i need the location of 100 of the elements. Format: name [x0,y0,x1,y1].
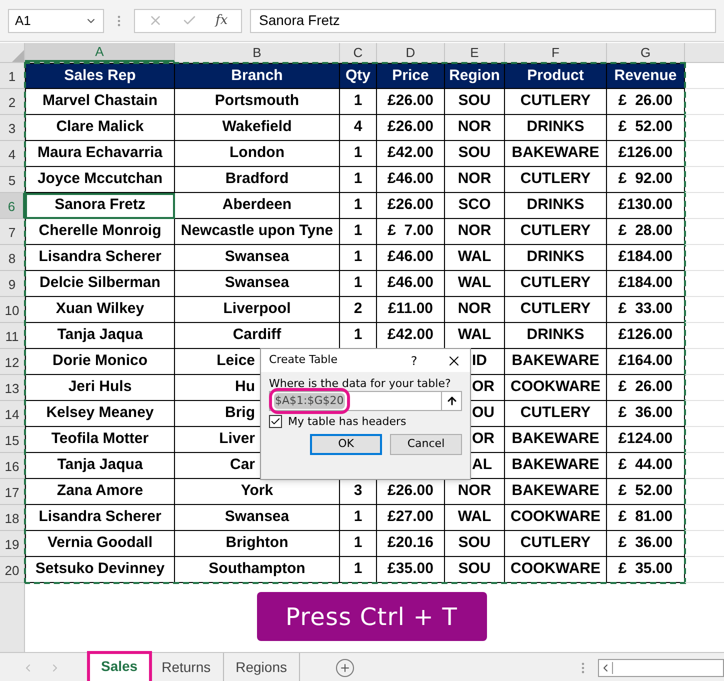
column-header[interactable]: G [607,43,685,62]
table-cell: Vernia Goodall [25,531,175,557]
table-cell: £35.00 [377,557,445,583]
column-header[interactable]: D [377,43,445,62]
column-heading-cell: Product [505,63,607,89]
table-cell: Aberdeen [175,193,340,219]
table-cell: CUTLERY [505,219,607,245]
table-cell: £46.00 [377,245,445,271]
table-cell: 1 [340,193,377,219]
table-cell: WAL [445,271,505,297]
table-cell: NOR [445,219,505,245]
table-cell: SOU [445,531,505,557]
table-cell: Teofila Motter [25,427,175,453]
table-cell: BAKEWARE [505,349,607,375]
table-cell: Maura Echavarria [25,141,175,167]
table-cell: Delcie Silberman [25,271,175,297]
table-cell: £ 26.00 [607,89,685,115]
table-cell: Newcastle upon Tyne [175,219,340,245]
table-cell: Cardiff [175,323,340,349]
table-cell: CUTLERY [505,401,607,427]
table-cell: £ 35.00 [607,557,685,583]
table-cell: Wakefield [175,115,340,141]
table-cell: £126.00 [607,323,685,349]
horizontal-scrollbar[interactable] [598,658,724,676]
column-heading-cell: Qty [340,63,377,89]
table-cell: £26.00 [377,89,445,115]
table-cell: CUTLERY [505,297,607,323]
insert-function-button[interactable]: fx [216,10,228,30]
row-header[interactable]: 6 [0,193,25,219]
table-cell: £11.00 [377,297,445,323]
table-cell: COOKWARE [505,505,607,531]
table-cell: BAKEWARE [505,427,607,453]
table-cell: £ 7.00 [377,219,445,245]
table-cell: £ 26.00 [607,375,685,401]
table-cell: Jeri Huls [25,375,175,401]
table-cell: 1 [340,505,377,531]
table-cell: £26.00 [377,193,445,219]
add-sheet-icon[interactable] [336,658,354,676]
table-cell: BAKEWARE [505,453,607,479]
column-header[interactable]: A [25,43,175,62]
table-cell: CUTLERY [505,89,607,115]
table-cell: £ 81.00 [607,505,685,531]
column-header[interactable]: B [175,43,340,62]
table-cell: 1 [340,531,377,557]
table-cell: BAKEWARE [505,479,607,505]
table-cell: Brighton [175,531,340,557]
table-cell: York [175,479,340,505]
table-cell: COOKWARE [505,557,607,583]
sheet-tab[interactable]: Returns [150,652,224,681]
table-cell: £124.00 [607,427,685,453]
table-cell: £26.00 [377,479,445,505]
table-cell: £20.16 [377,531,445,557]
shortcut-banner: Press Ctrl + T [256,592,486,641]
table-cell: DRINKS [505,115,607,141]
table-cell: Joyce Mccutchan [25,167,175,193]
table-cell: 1 [340,141,377,167]
table-cell: £ 36.00 [607,531,685,557]
table-cell: Marvel Chastain [25,89,175,115]
table-cell: £ 28.00 [607,219,685,245]
table-cell: Tanja Jaqua [25,453,175,479]
table-cell: 1 [340,245,377,271]
table-cell: SOU [445,89,505,115]
table-cell: £42.00 [377,141,445,167]
table-cell: CUTLERY [505,167,607,193]
table-cell: Xuan Wilkey [25,297,175,323]
table-cell: 1 [340,89,377,115]
name-box[interactable]: A1 [8,8,104,32]
column-header[interactable]: E [445,43,505,62]
table-cell: £46.00 [377,167,445,193]
table-cell: WAL [445,505,505,531]
table-cell: SOU [445,557,505,583]
sheet-tab[interactable]: Regions [224,652,300,681]
table-cell: Sanora Fretz [25,193,175,219]
table-cell: £ 92.00 [607,167,685,193]
column-heading-cell: Branch [175,63,340,89]
table-cell: London [175,141,340,167]
table-cell: WAL [445,245,505,271]
column-heading-cell: Revenue [607,63,685,89]
table-cell: 1 [340,557,377,583]
table-cell: CUTLERY [505,271,607,297]
table-cell: Liverpool [175,297,340,323]
table-cell: NOR [445,115,505,141]
table-cell: NOR [445,479,505,505]
help-button[interactable]: ? [404,352,424,370]
checkbox[interactable] [269,415,282,428]
table-cell: 1 [340,271,377,297]
table-cell: BAKEWARE [505,141,607,167]
table-cell: £ 52.00 [607,115,685,141]
dialog-button[interactable]: OK [310,434,382,455]
table-cell: £ 44.00 [607,453,685,479]
table-cell: £46.00 [377,271,445,297]
table-cell: £26.00 [377,115,445,141]
column-header[interactable]: C [340,43,377,62]
column-header[interactable]: F [505,43,607,62]
table-cell: 2 [340,297,377,323]
table-cell: 1 [340,167,377,193]
sheet-tab[interactable]: Sales [89,652,150,681]
dialog-button[interactable]: Cancel [390,434,462,455]
formula-field[interactable]: Sanora Fretz [250,8,716,32]
table-cell: Zana Amore [25,479,175,505]
